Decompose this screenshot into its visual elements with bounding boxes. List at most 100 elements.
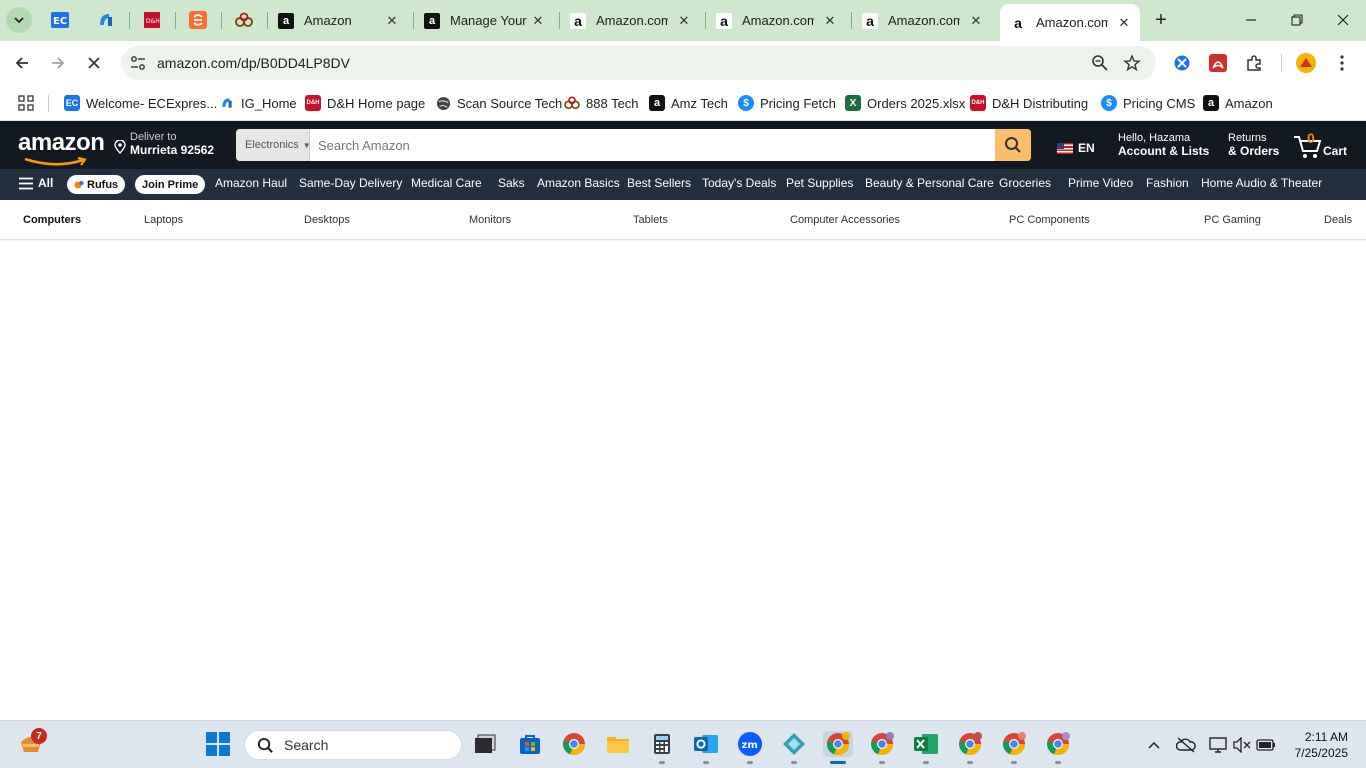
- bookmark-item[interactable]: 888 Tech: [564, 92, 639, 114]
- calculator-button[interactable]: [649, 731, 675, 757]
- close-tab-icon[interactable]: ✕: [822, 13, 838, 29]
- task-view-button[interactable]: [472, 731, 498, 757]
- language-selector[interactable]: EN: [1057, 141, 1095, 155]
- amazon-logo[interactable]: amazon: [18, 129, 105, 157]
- close-tab-icon[interactable]: ✕: [530, 13, 546, 29]
- extension-button[interactable]: [1207, 52, 1229, 74]
- chrome-profile-button[interactable]: [957, 731, 983, 757]
- chrome-profile-button-active[interactable]: [823, 731, 853, 757]
- nav-item[interactable]: Beauty & Personal Care: [865, 176, 994, 190]
- browser-tab[interactable]: a Amazon ✕: [268, 0, 408, 41]
- nav-item[interactable]: Prime Video: [1068, 176, 1133, 190]
- account-lists[interactable]: Hello, Hazama Account & Lists: [1118, 132, 1209, 158]
- close-window-button[interactable]: [1330, 8, 1356, 32]
- subnav-item[interactable]: Computers: [23, 214, 81, 226]
- subnav-item[interactable]: PC Components: [1009, 214, 1090, 226]
- chrome-taskbar-button[interactable]: [561, 731, 587, 757]
- cart-button[interactable]: 0 Cart: [1293, 130, 1353, 162]
- taskbar-search[interactable]: Search: [244, 730, 462, 760]
- pinned-tab-tech[interactable]: [93, 8, 119, 32]
- bookmark-item[interactable]: $ Pricing CMS: [1101, 92, 1195, 114]
- all-menu-button[interactable]: All: [18, 176, 53, 190]
- nav-item[interactable]: Fashion: [1146, 176, 1189, 190]
- close-tab-icon[interactable]: ✕: [1116, 15, 1132, 31]
- zoom-icon[interactable]: [1091, 54, 1109, 72]
- bookmark-item[interactable]: EC Welcome- ECExpres...: [64, 92, 217, 114]
- pinned-tab-888[interactable]: [231, 8, 257, 32]
- close-tab-icon[interactable]: ✕: [384, 13, 400, 29]
- bookmark-item[interactable]: a Amz Tech: [649, 92, 728, 114]
- extension-button[interactable]: [1171, 52, 1193, 74]
- search-category-select[interactable]: Electronics ▼: [236, 129, 311, 161]
- nav-item[interactable]: Amazon Basics: [537, 176, 620, 190]
- forward-button[interactable]: [45, 50, 71, 76]
- excel-button[interactable]: [913, 731, 939, 757]
- pinned-tab-scribe[interactable]: [185, 8, 211, 32]
- bookmark-star-icon[interactable]: [1123, 54, 1141, 72]
- subnav-item[interactable]: Deals: [1324, 214, 1352, 226]
- search-button[interactable]: [995, 129, 1031, 161]
- stop-loading-button[interactable]: [81, 50, 107, 76]
- bookmark-item[interactable]: X Orders 2025.xlsx: [845, 92, 965, 114]
- returns-orders[interactable]: Returns & Orders: [1228, 132, 1279, 158]
- tab-search-button[interactable]: [6, 7, 32, 33]
- bookmark-item[interactable]: $ Pricing Fetch: [738, 92, 836, 114]
- minimize-button[interactable]: [1238, 8, 1264, 32]
- close-tab-icon[interactable]: ✕: [676, 13, 692, 29]
- start-button[interactable]: [205, 731, 231, 757]
- subnav-item[interactable]: Monitors: [469, 214, 511, 226]
- browser-tab-active[interactable]: a Amazon.com: ✕: [1000, 4, 1140, 41]
- restore-button[interactable]: [1284, 8, 1310, 32]
- outlook-button[interactable]: [693, 731, 719, 757]
- nav-item[interactable]: Saks: [498, 176, 525, 190]
- bookmark-item[interactable]: a Amazon: [1203, 92, 1273, 114]
- nav-item[interactable]: Pet Supplies: [786, 176, 853, 190]
- nav-item[interactable]: Groceries: [999, 176, 1051, 190]
- address-bar[interactable]: amazon.com/dp/B0DD4LP8DV: [121, 46, 1156, 80]
- store-button[interactable]: [517, 731, 543, 757]
- chrome-profile-button[interactable]: [1001, 731, 1027, 757]
- chrome-profile-button[interactable]: [869, 731, 895, 757]
- nav-item[interactable]: Same-Day Delivery: [299, 176, 402, 190]
- bookmark-item[interactable]: D&H D&H Distributing: [970, 92, 1088, 114]
- rufus-button[interactable]: Rufus: [67, 175, 126, 194]
- nav-item[interactable]: Today's Deals: [702, 176, 776, 190]
- subnav-item[interactable]: Computer Accessories: [790, 214, 900, 226]
- site-info-icon[interactable]: [129, 54, 147, 72]
- nav-item[interactable]: Amazon Haul: [215, 176, 287, 190]
- browser-tab[interactable]: a Amazon.com: ✕: [706, 0, 846, 41]
- bookmark-item[interactable]: Scan Source Tech: [435, 92, 562, 114]
- back-button[interactable]: [9, 50, 35, 76]
- zoom-app-button[interactable]: zm: [737, 731, 763, 757]
- browser-tab[interactable]: a Amazon.com: ✕: [852, 0, 992, 41]
- nav-item[interactable]: Home Audio & Theater: [1201, 176, 1322, 190]
- profile-button[interactable]: [1295, 52, 1317, 74]
- bookmark-item[interactable]: D&H D&H Home page: [305, 92, 425, 114]
- subnav-item[interactable]: Tablets: [633, 214, 668, 226]
- join-prime-button[interactable]: Join Prime: [135, 175, 206, 194]
- nav-item[interactable]: Medical Care: [411, 176, 482, 190]
- file-explorer-button[interactable]: [605, 731, 631, 757]
- apps-button[interactable]: [18, 92, 34, 114]
- url-text[interactable]: amazon.com/dp/B0DD4LP8DV: [157, 55, 350, 71]
- pinned-tab-ec[interactable]: EC: [47, 8, 73, 32]
- deliver-to[interactable]: Deliver to Murrieta 92562: [114, 131, 214, 157]
- extensions-menu-button[interactable]: [1243, 52, 1265, 74]
- subnav-item[interactable]: Laptops: [144, 214, 183, 226]
- subnav-item[interactable]: Desktops: [304, 214, 350, 226]
- browser-menu-button[interactable]: [1331, 52, 1353, 74]
- browser-tab[interactable]: a Amazon.com: ✕: [560, 0, 700, 41]
- close-tab-icon[interactable]: ✕: [968, 13, 984, 29]
- onedrive-tray-button[interactable]: [1176, 735, 1196, 755]
- show-hidden-icons-button[interactable]: [1144, 735, 1164, 755]
- network-tray-button[interactable]: [1208, 735, 1228, 755]
- browser-tab[interactable]: a Manage Your ✕: [414, 0, 554, 41]
- subnav-item[interactable]: PC Gaming: [1204, 214, 1261, 226]
- volume-tray-button[interactable]: [1232, 735, 1252, 755]
- search-input[interactable]: [310, 129, 995, 161]
- battery-tray-button[interactable]: [1256, 735, 1276, 755]
- app-button[interactable]: [781, 731, 807, 757]
- pinned-tab-dh[interactable]: D&H: [139, 8, 165, 32]
- taskbar-clock[interactable]: 2:11 AM 7/25/2025: [1290, 729, 1348, 761]
- new-tab-button[interactable]: +: [1150, 9, 1172, 31]
